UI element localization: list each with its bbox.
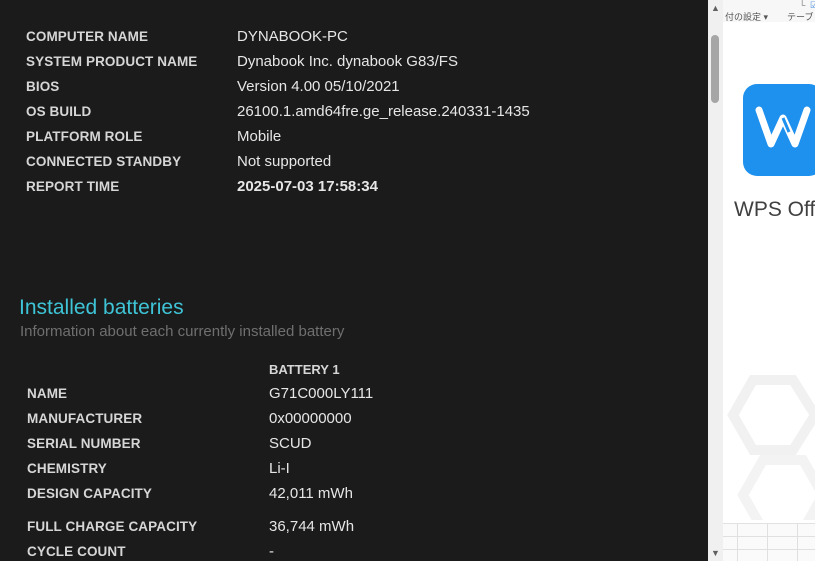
battery-value: 36,744 mWh [269,518,355,535]
info-label: CONNECTED STANDBY [26,154,182,169]
info-row-platform-role: PLATFORM ROLE Mobile [26,124,530,149]
battery-value: 0x00000000 [269,410,352,427]
battery-row-manufacturer: MANUFACTURER 0x00000000 [27,406,373,431]
scrollbar-thumb[interactable] [711,35,719,103]
battery-value: G71C000LY111 [269,385,374,402]
info-row-connected-standby: CONNECTED STANDBY Not supported [26,149,530,174]
battery-label: SERIAL NUMBER [27,436,141,451]
info-label: BIOS [26,79,60,94]
info-row-report-time: REPORT TIME 2025-07-03 17:58:34 [26,174,530,199]
corner-bracket-icon: └ [799,0,806,10]
battery-row-serial-number: SERIAL NUMBER SCUD [27,431,373,456]
installed-batteries-subtitle: Information about each currently install… [20,323,345,340]
info-label: REPORT TIME [26,179,120,194]
system-info-table: COMPUTER NAME DYNABOOK-PC SYSTEM PRODUCT… [26,24,530,199]
info-row-system-product-name: SYSTEM PRODUCT NAME Dynabook Inc. dynabo… [26,49,530,74]
wps-office-window: 付の設定 ▾ テーブ └ ☑ WPS Off [723,0,815,561]
battery-report-window: COMPUTER NAME DYNABOOK-PC SYSTEM PRODUCT… [0,0,708,561]
toolbar-text-date-settings[interactable]: 付の設定 ▾ [725,10,768,23]
scroll-up-arrow-icon[interactable]: ▲ [708,2,723,14]
info-value: Dynabook Inc. dynabook G83/FS [237,53,458,70]
info-value: 2025-07-03 17:58:34 [237,178,378,195]
info-label: COMPUTER NAME [26,29,149,44]
battery-value: Li-I [269,460,290,477]
battery-label: NAME [27,386,68,401]
wps-app-name: WPS Off [734,198,815,221]
info-label: SYSTEM PRODUCT NAME [26,54,198,69]
vertical-scrollbar[interactable]: ▲ ▼ [708,0,723,561]
battery-value: 42,011 mWh [269,485,353,502]
toolbar-shape-icon: ☑ [810,0,815,10]
battery-row-design-capacity: DESIGN CAPACITY 42,011 mWh [27,481,373,506]
scroll-down-arrow-icon[interactable]: ▼ [708,547,723,559]
battery-label: DESIGN CAPACITY [27,486,153,501]
battery-value: SCUD [269,435,312,452]
wps-w-icon [755,106,811,148]
info-value: Version 4.00 05/10/2021 [237,78,400,95]
info-value: Not supported [237,153,332,170]
battery-row-chemistry: CHEMISTRY Li-I [27,456,373,481]
info-row-bios: BIOS Version 4.00 05/10/2021 [26,74,530,99]
battery-row-full-charge-capacity: FULL CHARGE CAPACITY 36,744 mWh [27,514,373,539]
info-value: 26100.1.amd64fre.ge_release.240331-1435 [237,103,530,120]
grid-line [797,524,798,561]
battery-label: MANUFACTURER [27,411,143,426]
battery-row-name: NAME G71C000LY111 [27,381,373,406]
toolbar-text-table[interactable]: テーブ [787,10,813,23]
info-label: PLATFORM ROLE [26,129,143,144]
spreadsheet-grid-background [723,523,815,561]
battery-label: FULL CHARGE CAPACITY [27,519,198,534]
info-value: DYNABOOK-PC [237,28,348,45]
info-label: OS BUILD [26,104,92,119]
grid-line [767,524,768,561]
battery-row-cycle-count: CYCLE COUNT - [27,539,373,561]
hexagon-background-decoration [727,375,815,520]
info-row-computer-name: COMPUTER NAME DYNABOOK-PC [26,24,530,49]
grid-line [723,536,815,537]
battery-label: CHEMISTRY [27,461,107,476]
info-row-os-build: OS BUILD 26100.1.amd64fre.ge_release.240… [26,99,530,124]
battery-value: - [269,543,274,560]
installed-batteries-heading: Installed batteries [19,296,184,319]
wps-logo[interactable] [743,84,815,176]
battery-table: NAME G71C000LY111 MANUFACTURER 0x0000000… [27,358,373,561]
grid-line [723,549,815,550]
battery-label: CYCLE COUNT [27,544,126,559]
background-app-toolbar: 付の設定 ▾ テーブ └ ☑ [723,0,815,22]
grid-line [737,524,738,561]
info-value: Mobile [237,128,282,145]
